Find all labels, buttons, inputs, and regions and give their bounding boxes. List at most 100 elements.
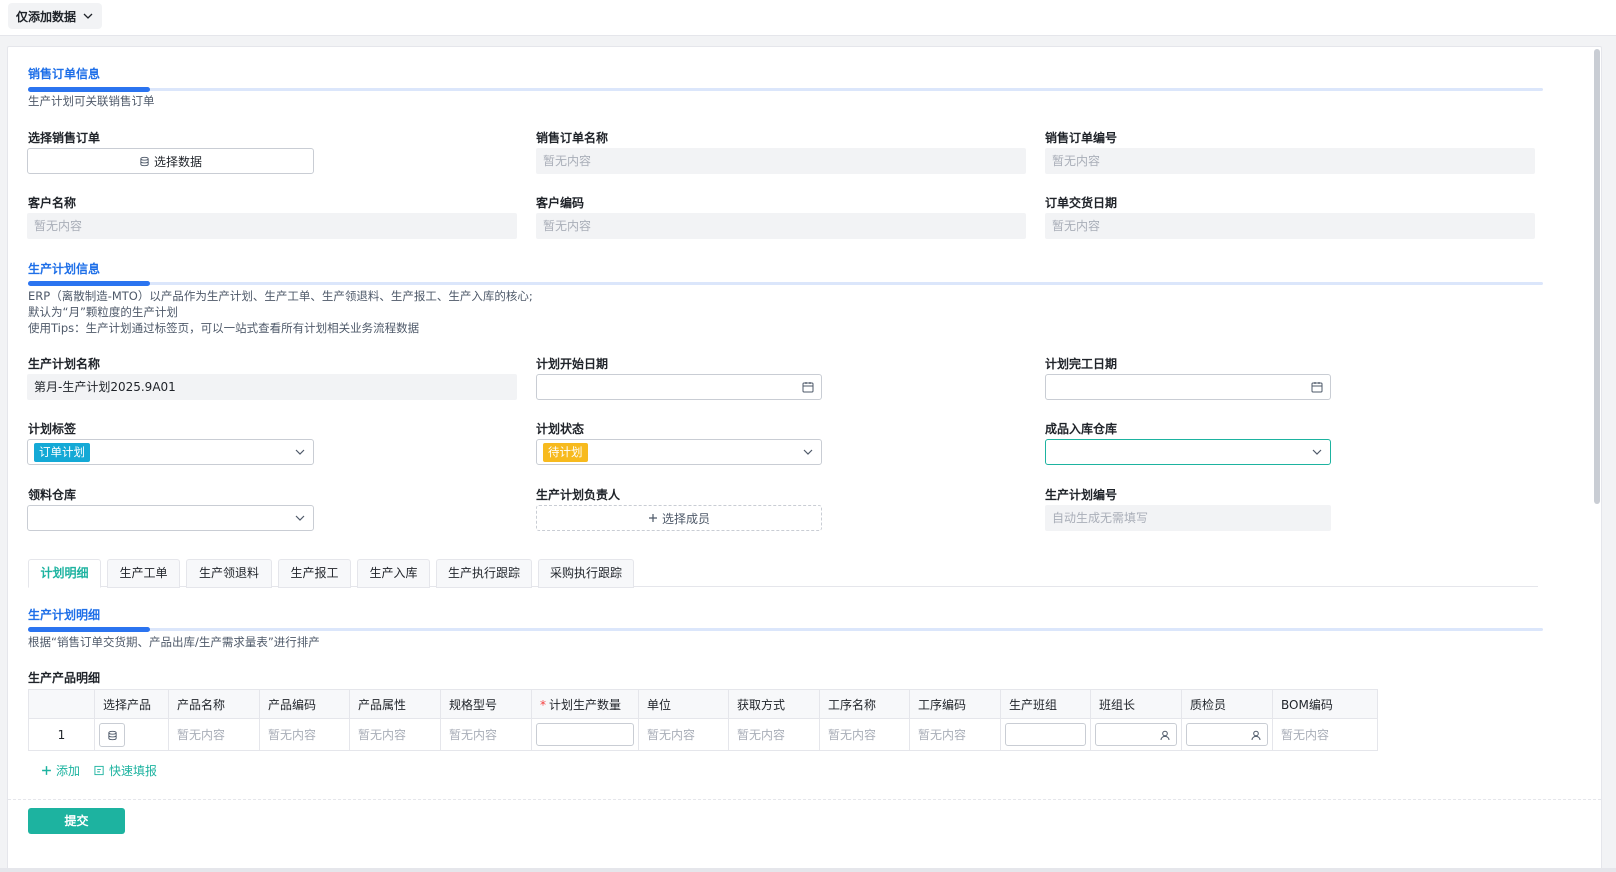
col-acquire-method: 获取方式	[728, 689, 820, 719]
tab-work-report[interactable]: 生产报工	[278, 559, 351, 588]
section-desc-plan-3: 使用Tips：生产计划通过标签页，可以一站式查看所有计划相关业务流程数据	[28, 321, 420, 335]
start-date-label: 计划开始日期	[536, 357, 609, 371]
col-spec: 规格型号	[440, 689, 532, 719]
table-header-row: 选择产品 产品名称 产品编码 产品属性 规格型号 * 计划生产数量 单位 获取方式…	[28, 689, 1378, 719]
finished-warehouse-label: 成品入库仓库	[1045, 422, 1118, 436]
customer-name-field: 暂无内容	[27, 213, 517, 239]
col-select-product: 选择产品	[94, 689, 169, 719]
bottom-edge	[0, 868, 1616, 872]
section-desc-sales: 生产计划可关联销售订单	[28, 94, 155, 108]
tab-stock-in[interactable]: 生产入库	[357, 559, 430, 588]
col-inspector: 质检员	[1181, 689, 1273, 719]
select-member-button[interactable]: 选择成员	[536, 505, 822, 531]
inspector-input[interactable]	[1186, 723, 1268, 746]
plus-icon	[648, 514, 657, 522]
plan-qty-input[interactable]	[536, 723, 634, 746]
select-order-label: 选择销售订单	[28, 131, 101, 145]
finished-warehouse-select[interactable]	[1045, 439, 1331, 465]
material-warehouse-label: 领料仓库	[28, 488, 77, 502]
order-name-label: 销售订单名称	[536, 131, 609, 145]
owner-label: 生产计划负责人	[536, 488, 621, 502]
scrollbar[interactable]	[1593, 47, 1601, 507]
col-team-leader: 班组长	[1090, 689, 1182, 719]
add-row-button[interactable]: 添加	[41, 762, 80, 779]
section-desc-detail: 根据“销售订单交货期、产品出库/生产需求量表”进行排产	[28, 635, 320, 649]
inspector-cell	[1181, 718, 1273, 751]
user-icon	[1160, 730, 1170, 741]
col-unit: 单位	[638, 689, 729, 719]
chevron-down-icon	[295, 515, 305, 521]
team-input[interactable]	[1005, 723, 1086, 746]
col-product-code: 产品编码	[259, 689, 350, 719]
end-date-picker[interactable]	[1045, 374, 1331, 400]
col-product-attr: 产品属性	[349, 689, 441, 719]
tab-plan-detail[interactable]: 计划明细	[28, 559, 101, 588]
table-row: 1 暂无内容 暂无内容 暂无内容 暂无内容 暂无内容 暂无内容 暂无内容 暂无内…	[28, 718, 1378, 751]
section-divider	[28, 281, 1543, 286]
mode-dropdown[interactable]: 仅添加数据	[8, 3, 103, 29]
mode-label: 仅添加数据	[16, 9, 77, 24]
calendar-icon	[1311, 382, 1323, 393]
team-leader-input[interactable]	[1095, 723, 1177, 746]
tab-execution-tracking[interactable]: 生产执行跟踪	[436, 559, 532, 588]
scroll-thumb[interactable]	[1594, 49, 1600, 504]
customer-code-field: 暂无内容	[536, 213, 1026, 239]
col-bom-code: BOM编码	[1272, 689, 1378, 719]
plan-tag-label: 计划标签	[28, 422, 77, 436]
table-title: 生产产品明细	[28, 671, 101, 685]
plan-name-field[interactable]: 第月-生产计划2025.9A01	[27, 374, 517, 400]
process-name-cell: 暂无内容	[819, 718, 910, 751]
col-plan-qty: * 计划生产数量	[531, 689, 639, 719]
delivery-date-label: 订单交货日期	[1045, 196, 1118, 210]
product-detail-table: 选择产品 产品名称 产品编码 产品属性 规格型号 * 计划生产数量 单位 获取方式…	[28, 689, 1378, 751]
select-data-button-label: 选择数据	[153, 154, 202, 169]
tab-purchase-tracking[interactable]: 采购执行跟踪	[538, 559, 634, 588]
select-product-cell	[94, 718, 169, 751]
tab-work-order[interactable]: 生产工单	[107, 559, 180, 588]
select-product-button[interactable]	[99, 723, 125, 747]
add-row-label: 添加	[56, 764, 81, 778]
section-title-sales: 销售订单信息	[28, 67, 101, 81]
database-icon	[107, 730, 117, 740]
customer-name-label: 客户名称	[28, 196, 77, 210]
plan-tag-select[interactable]: 订单计划	[27, 439, 314, 465]
database-icon	[140, 156, 149, 166]
material-warehouse-select[interactable]	[27, 505, 314, 531]
col-product-name: 产品名称	[168, 689, 260, 719]
section-divider	[28, 87, 1543, 92]
product-attr-cell: 暂无内容	[349, 718, 441, 751]
edit-icon	[94, 765, 104, 776]
customer-code-label: 客户编码	[536, 196, 585, 210]
plan-no-field: 自动生成无需填写	[1045, 505, 1331, 531]
plan-tag-chip: 订单计划	[34, 443, 90, 462]
start-date-picker[interactable]	[536, 374, 822, 400]
quick-fill-button[interactable]: 快速填报	[94, 762, 157, 779]
tab-material-return[interactable]: 生产领退料	[186, 559, 272, 588]
select-data-button[interactable]: 选择数据	[27, 148, 314, 174]
chevron-down-icon	[83, 13, 93, 19]
section-divider	[28, 627, 1543, 632]
plan-status-chip: 待计划	[543, 443, 588, 462]
section-desc-plan-1: ERP（离散制造-MTO）以产品作为生产计划、生产工单、生产领退料、生产报工、生…	[28, 289, 533, 303]
col-index	[28, 689, 95, 719]
tab-bar: 计划明细 生产工单 生产领退料 生产报工 生产入库 生产执行跟踪 采购执行跟踪	[28, 557, 1538, 588]
user-icon	[1251, 730, 1261, 741]
order-no-label: 销售订单编号	[1045, 131, 1118, 145]
plan-qty-cell	[531, 718, 639, 751]
top-toolbar: 仅添加数据	[0, 0, 1616, 36]
submit-button[interactable]: 提交	[28, 808, 125, 834]
bom-code-cell: 暂无内容	[1272, 718, 1378, 751]
plan-name-label: 生产计划名称	[28, 357, 101, 371]
plan-no-label: 生产计划编号	[1045, 488, 1118, 502]
plus-icon	[42, 766, 51, 775]
section-title-detail: 生产计划明细	[28, 608, 101, 622]
col-process-name: 工序名称	[819, 689, 910, 719]
calendar-icon	[802, 382, 814, 393]
spec-cell: 暂无内容	[440, 718, 532, 751]
required-mark: *	[540, 697, 546, 712]
process-code-cell: 暂无内容	[909, 718, 1001, 751]
chevron-down-icon	[295, 449, 305, 455]
order-no-field: 暂无内容	[1045, 148, 1535, 174]
plan-status-select[interactable]: 待计划	[536, 439, 822, 465]
delivery-date-field: 暂无内容	[1045, 213, 1535, 239]
